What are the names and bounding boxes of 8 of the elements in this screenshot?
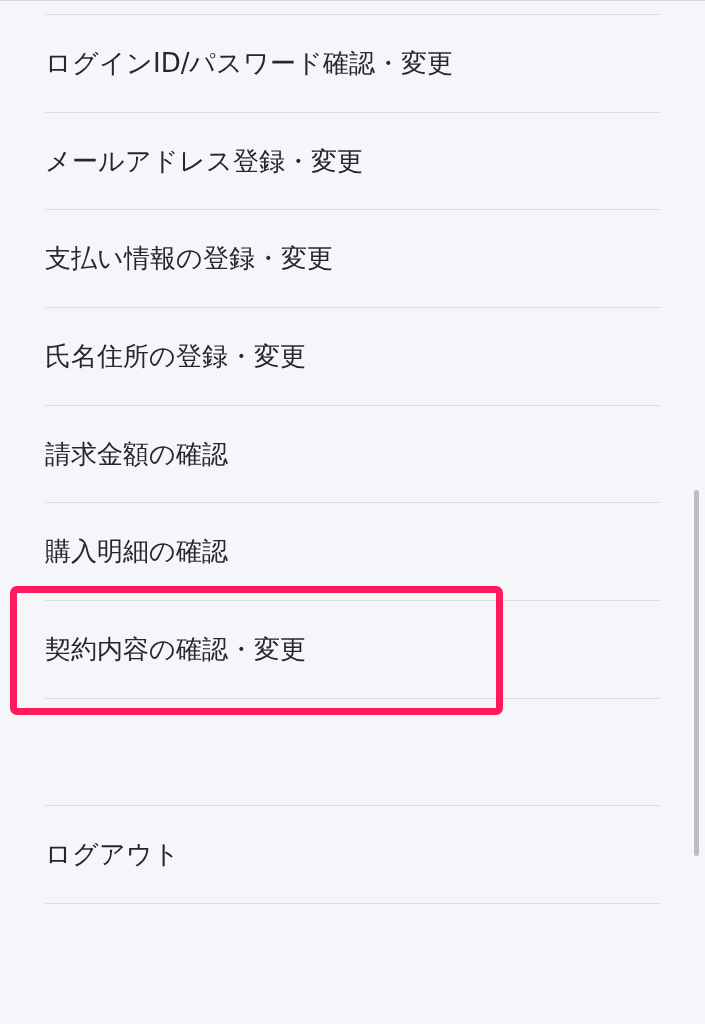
menu-item[interactable]: 請求金額の確認 [45,436,228,472]
menu-item[interactable]: 契約内容の確認・変更 [45,631,306,667]
menu-item[interactable]: 支払い情報の登録・変更 [45,241,333,277]
menu-item[interactable]: ログインID/パスワード確認・変更 [45,45,454,81]
menu-item[interactable]: ログアウト [45,836,180,872]
menu-item[interactable]: メールアドレス登録・変更 [45,143,363,179]
menu-item[interactable]: 氏名住所の登録・変更 [45,338,306,374]
menu-item[interactable]: 購入明細の確認 [45,534,228,570]
